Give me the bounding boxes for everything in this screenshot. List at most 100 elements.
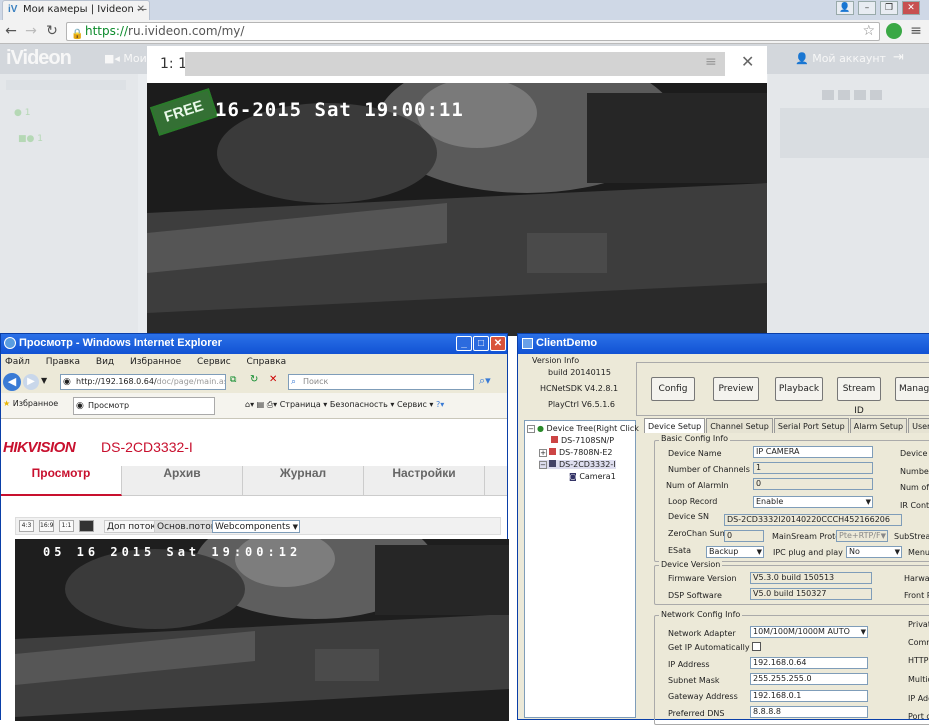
mainstream-select: Pte+RTP/F ▼ — [836, 530, 888, 542]
cmd-security[interactable]: Безопасность — [330, 400, 388, 409]
sidebar-search[interactable] — [6, 80, 126, 90]
esata-select[interactable]: Backup ▼ — [706, 546, 764, 558]
ie-titlebar[interactable]: Просмотр - Windows Internet Explorer _ □… — [1, 334, 507, 354]
favorites-button[interactable]: ★ Избранное — [3, 399, 58, 408]
tree-item-device[interactable]: DS-7108SN/P — [551, 436, 614, 445]
nav-account[interactable]: 👤 Мой аккаунт — [795, 52, 886, 65]
layout-grid-icon[interactable] — [822, 90, 882, 100]
menu-favorites[interactable]: Избранное — [130, 357, 181, 367]
sidebar-item[interactable]: ● 1 — [14, 108, 30, 118]
tab-device-setup[interactable]: Device Setup — [644, 418, 706, 433]
aspect-4-3-icon[interactable]: 4:3 — [19, 520, 34, 532]
address-bar[interactable]: 🔒 https://ru.ivideon.com/my/ ☆ — [66, 22, 880, 41]
camera-video-feed[interactable]: FREE 16-2015 Sat 19:00:11 — [147, 83, 767, 336]
menu-tools[interactable]: Сервис — [197, 357, 231, 367]
help-icon[interactable]: ?▾ — [436, 400, 444, 409]
get-ip-checkbox[interactable] — [752, 642, 761, 651]
cmd-page[interactable]: Страница — [280, 400, 321, 409]
ipc-select[interactable]: No ▼ — [846, 546, 902, 558]
plugin-select[interactable]: Webcomponents ▼ — [212, 520, 300, 533]
stop-icon[interactable]: ✕ — [269, 374, 277, 385]
tree-item-device[interactable]: + DS-7808N-E2 — [539, 448, 613, 457]
live-video-feed[interactable]: 05 16 2015 Sat 19:00:12 — [15, 539, 509, 721]
ie-address-field[interactable]: ◉ http://192.168.0.64/doc/page/main.as — [60, 374, 226, 390]
tab-user-setup[interactable]: User Setup — [908, 418, 929, 433]
close-icon[interactable]: ✕ — [490, 336, 506, 351]
collapse-icon[interactable]: − — [539, 461, 547, 469]
menu-file[interactable]: Файл — [5, 357, 30, 367]
tab-archive[interactable]: Архив — [122, 466, 243, 496]
preview-button[interactable]: Preview — [713, 377, 759, 401]
aspect-16-9-icon[interactable]: 16:9 — [39, 520, 54, 532]
menu-help[interactable]: Справка — [247, 357, 287, 367]
config-button[interactable]: Config — [651, 377, 695, 401]
menu-icon[interactable]: ≡ — [907, 22, 925, 40]
menu-icon[interactable]: ≡ — [705, 54, 717, 70]
hikvision-page: HIKVISION DS-2CD3332-I Просмотр Архив Жу… — [1, 419, 509, 721]
compat-icon[interactable]: ⧉ — [230, 375, 236, 385]
stream-id-button[interactable]: Stream ID — [837, 377, 881, 416]
expand-icon[interactable]: + — [539, 449, 547, 457]
logout-icon[interactable]: ⇥ — [893, 50, 904, 65]
minimize-icon[interactable]: – — [858, 1, 876, 15]
tree-item-label: DS-7108SN/P — [561, 436, 615, 445]
feeds-icon[interactable]: ▤ — [257, 400, 265, 409]
close-icon[interactable]: ✕ — [741, 52, 754, 71]
ivideon-logo[interactable]: iVideon — [6, 47, 72, 70]
print-icon[interactable]: ⎙▾ — [267, 400, 277, 409]
clientdemo-titlebar[interactable]: ClientDemo — [518, 334, 929, 354]
search-icon[interactable]: ⌕▾ — [479, 374, 491, 388]
home-icon[interactable]: ⌂▾ — [245, 400, 254, 409]
playback-button[interactable]: Playback — [775, 377, 823, 401]
ie-tab[interactable]: ◉ Просмотр — [73, 397, 215, 415]
main-stream-button[interactable]: Основ.поток — [154, 520, 220, 533]
collapse-icon[interactable]: − — [527, 425, 535, 433]
reload-icon[interactable]: ↻ — [43, 22, 61, 40]
ip-field[interactable]: 192.168.0.64 — [750, 657, 868, 669]
tab-alarm-setup[interactable]: Alarm Setup — [849, 418, 908, 433]
maximize-icon[interactable]: □ — [473, 336, 489, 351]
sub-stream-button[interactable]: Доп поток — [104, 520, 159, 533]
aspect-original-icon[interactable]: 1:1 — [59, 520, 74, 532]
cmd-service[interactable]: Сервис — [397, 400, 427, 409]
minimize-icon[interactable]: _ — [456, 336, 472, 351]
restore-icon[interactable]: ❐ — [880, 1, 898, 15]
browser-tab[interactable]: iV Мои камеры | Ivideon — Ви... ✕ — [2, 0, 150, 20]
forward-icon[interactable]: → — [22, 22, 40, 40]
close-tab-icon[interactable]: ✕ — [137, 1, 145, 19]
back-icon[interactable]: ◀ — [3, 373, 21, 391]
tab-preview[interactable]: Просмотр — [1, 466, 122, 496]
nav-my-cameras[interactable]: ■◂ Мои — [104, 52, 147, 65]
device-name-field[interactable]: IP CAMERA — [753, 446, 873, 458]
tree-item-camera[interactable]: ◙ Camera1 — [569, 472, 616, 481]
gateway-field[interactable]: 192.168.0.1 — [750, 690, 868, 702]
mask-field[interactable]: 255.255.255.0 — [750, 673, 868, 685]
extension-icon[interactable] — [886, 23, 902, 39]
user-icon[interactable]: 👤 — [836, 1, 854, 15]
sidebar-item[interactable]: ■● 1 — [18, 134, 43, 144]
menu-edit[interactable]: Правка — [46, 357, 80, 367]
close-window-icon[interactable]: ✕ — [902, 1, 920, 15]
firmware-field: V5.3.0 build 150513 — [750, 572, 872, 584]
menu-view[interactable]: Вид — [96, 357, 114, 367]
ie-tab-title: Просмотр — [88, 401, 130, 410]
globe-icon: ● — [537, 424, 544, 433]
ie-search-field[interactable]: ⌕ Поиск — [288, 374, 474, 390]
tree-root[interactable]: − ● Device Tree(Right Click — [527, 424, 639, 433]
dns-field[interactable]: 8.8.8.8 — [750, 706, 868, 718]
device-tree[interactable]: − ● Device Tree(Right Click DS-7108SN/P +… — [524, 420, 639, 718]
adapter-select[interactable]: 10M/100M/1000M AUTO ▼ — [750, 626, 868, 638]
bookmark-star-icon[interactable]: ☆ — [862, 23, 875, 40]
forward-icon[interactable]: ▶ — [23, 374, 39, 390]
management-button[interactable]: Managem — [895, 377, 929, 401]
fullscreen-icon[interactable] — [79, 520, 94, 532]
refresh-icon[interactable]: ↻ — [250, 374, 258, 385]
tree-item-device[interactable]: − DS-2CD3332-I — [539, 460, 616, 469]
tab-settings[interactable]: Настройки — [364, 466, 485, 496]
tab-log[interactable]: Журнал — [243, 466, 364, 496]
tab-serial-port-setup[interactable]: Serial Port Setup — [773, 418, 849, 433]
back-icon[interactable]: ← — [2, 22, 20, 40]
history-dropdown-icon[interactable]: ▼ — [41, 376, 47, 385]
tab-channel-setup[interactable]: Channel Setup — [706, 418, 773, 433]
loop-record-select[interactable]: Enable ▼ — [753, 496, 873, 508]
